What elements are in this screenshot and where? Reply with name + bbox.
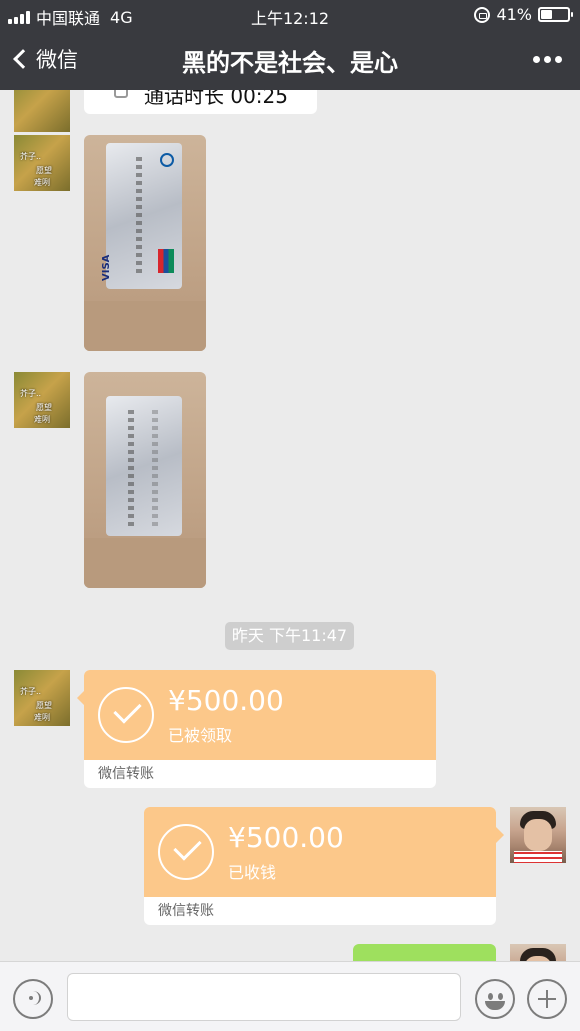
back-button[interactable]: 微信	[12, 44, 78, 74]
transfer-amount: ¥500.00	[228, 821, 344, 854]
text-message-sent[interactable]	[353, 944, 496, 961]
back-label: 微信	[36, 48, 78, 72]
image-message[interactable]: VISA	[84, 135, 206, 351]
transfer-footer: 微信转账	[98, 766, 154, 782]
chat-area[interactable]: 通话时长 00:25 芥子.. 愿望 难咧 VISA 芥子.. 愿望 难咧 昨天…	[0, 90, 580, 961]
avatar-text: 难咧	[34, 178, 50, 187]
avatar-self[interactable]	[510, 944, 566, 961]
plus-icon[interactable]	[527, 979, 567, 1019]
rotation-lock-icon	[474, 6, 491, 23]
battery-icon	[538, 7, 573, 22]
transfer-message-received[interactable]: ¥500.00 已被领取 微信转账	[84, 670, 436, 788]
photo-background	[84, 538, 206, 588]
avatar[interactable]	[14, 90, 70, 132]
phone-icon	[114, 90, 128, 98]
transfer-status: 已被领取	[168, 726, 233, 745]
emoji-icon[interactable]	[475, 979, 515, 1019]
chevron-left-icon	[13, 49, 33, 69]
status-right: 41%	[474, 5, 573, 24]
check-circle-icon	[98, 687, 154, 743]
battery-percent: 41%	[496, 5, 532, 24]
transfer-footer: 微信转账	[158, 903, 214, 919]
bank-card-front-image: VISA	[101, 143, 182, 289]
battery-fill	[541, 10, 552, 19]
call-message[interactable]: 通话时长 00:25	[84, 90, 317, 114]
transfer-status: 已收钱	[228, 863, 277, 882]
avatar-text: 难咧	[34, 713, 50, 722]
input-bar	[0, 961, 580, 1031]
status-bar: 中国联通 4G 上午12:12 41%	[0, 0, 580, 30]
avatar-text: 愿望	[36, 403, 52, 412]
transfer-top: ¥500.00 已被领取	[84, 670, 436, 760]
image-message[interactable]	[84, 372, 206, 588]
avatar[interactable]: 芥子.. 愿望 难咧	[14, 372, 70, 428]
message-input[interactable]	[67, 973, 461, 1021]
time-divider: 昨天 下午11:47	[225, 622, 354, 650]
avatar-text: 芥子..	[20, 687, 42, 696]
voice-icon[interactable]	[13, 979, 53, 1019]
transfer-amount: ¥500.00	[168, 684, 284, 717]
bank-card-back-image	[106, 396, 182, 536]
avatar-text: 愿望	[36, 166, 52, 175]
avatar[interactable]: 芥子.. 愿望 难咧	[14, 135, 70, 191]
avatar-self[interactable]	[510, 807, 566, 863]
bubble-tail	[496, 827, 504, 843]
transfer-top: ¥500.00 已收钱	[144, 807, 496, 897]
nav-bar: 微信 黑的不是社会、是心	[0, 30, 580, 90]
check-circle-icon	[158, 824, 214, 880]
avatar-text: 芥子..	[20, 389, 42, 398]
avatar[interactable]: 芥子.. 愿望 难咧	[14, 670, 70, 726]
chat-title: 黑的不是社会、是心	[182, 49, 398, 77]
call-text: 通话时长 00:25	[144, 90, 288, 108]
more-icon[interactable]	[533, 56, 562, 63]
transfer-message-sent[interactable]: ¥500.00 已收钱 微信转账	[144, 807, 496, 925]
avatar-text: 难咧	[34, 415, 50, 424]
photo-background	[84, 301, 206, 351]
avatar-text: 愿望	[36, 701, 52, 710]
avatar-text: 芥子..	[20, 152, 42, 161]
